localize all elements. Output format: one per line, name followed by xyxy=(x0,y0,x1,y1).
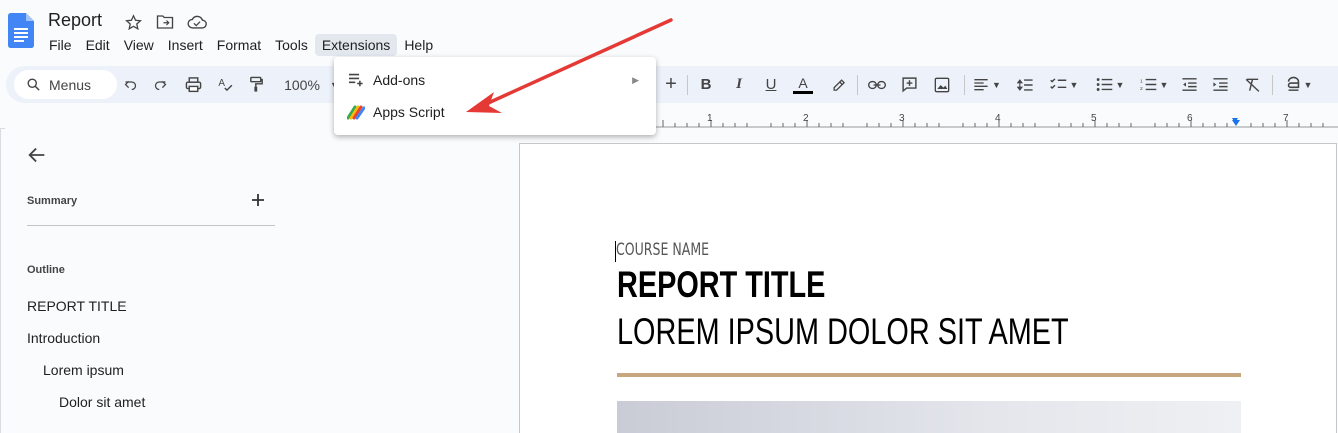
document-title[interactable]: Report xyxy=(48,10,102,31)
menu-view[interactable]: View xyxy=(117,34,161,56)
increase-font-size-icon[interactable]: + xyxy=(663,72,679,97)
svg-text:A: A xyxy=(218,78,225,89)
clear-formatting-icon[interactable] xyxy=(1243,72,1261,97)
paint-format-icon[interactable] xyxy=(247,72,265,97)
add-comment-icon[interactable] xyxy=(900,72,918,97)
ruler-ticks: 1 2 3 4 5 6 7 xyxy=(662,113,1324,127)
menu-item-apps-script[interactable]: Apps Script xyxy=(334,96,656,128)
apps-script-label: Apps Script xyxy=(373,104,445,120)
report-subtitle[interactable]: LOREM IPSUM DOLOR SIT AMET xyxy=(617,311,1069,353)
title-actions xyxy=(122,11,208,33)
ruler-number: 3 xyxy=(899,113,905,124)
align-icon[interactable]: ▼ xyxy=(972,72,1002,97)
toolbar-divider xyxy=(857,75,858,95)
outline-item-report-title[interactable]: REPORT TITLE xyxy=(27,298,127,314)
outline-item-dolor-sit-amet[interactable]: Dolor sit amet xyxy=(59,394,145,410)
apps-script-icon xyxy=(347,103,365,121)
ruler-number: 1 xyxy=(707,113,713,124)
undo-icon[interactable] xyxy=(122,72,138,97)
toolbar: Menus A 100% ▼ + B I U A xyxy=(6,66,1338,103)
bold-icon[interactable]: B xyxy=(698,72,714,97)
line-spacing-icon[interactable] xyxy=(1016,72,1034,97)
indent-marker-icon[interactable] xyxy=(1232,120,1240,126)
svg-text:2: 2 xyxy=(1140,86,1143,92)
decrease-indent-icon[interactable] xyxy=(1180,72,1198,97)
text-color-icon[interactable]: A xyxy=(792,72,814,97)
extensions-menu: Add-ons ▶ Apps Script xyxy=(334,57,656,135)
menu-bar: File Edit View Insert Format Tools Exten… xyxy=(42,33,440,57)
outline-item-lorem-ipsum[interactable]: Lorem ipsum xyxy=(43,362,124,378)
redo-icon[interactable] xyxy=(152,72,168,97)
menu-tools[interactable]: Tools xyxy=(268,34,315,56)
numbered-list-icon[interactable]: 1 2 ▼ xyxy=(1137,72,1171,97)
highlight-icon[interactable] xyxy=(830,72,846,97)
underline-icon[interactable]: U xyxy=(763,72,779,97)
star-icon[interactable] xyxy=(122,11,144,33)
ruler-number: 2 xyxy=(803,113,809,124)
menu-file[interactable]: File xyxy=(42,34,79,56)
ruler-number: 5 xyxy=(1091,113,1097,124)
ruler-number: 7 xyxy=(1283,113,1289,124)
menu-help[interactable]: Help xyxy=(397,34,440,56)
document-page[interactable]: COURSE NAME REPORT TITLE LOREM IPSUM DOL… xyxy=(519,143,1337,433)
menu-insert[interactable]: Insert xyxy=(161,34,210,56)
google-docs-window: Report File Edit View Insert Format Tool… xyxy=(0,0,1338,433)
ruler-number: 4 xyxy=(995,113,1001,124)
link-icon[interactable] xyxy=(868,72,886,97)
back-arrow-icon[interactable] xyxy=(26,144,48,166)
menu-edit[interactable]: Edit xyxy=(79,34,117,56)
ruler-number: 6 xyxy=(1187,113,1193,124)
spellcheck-icon[interactable]: A xyxy=(216,72,234,97)
report-title-heading[interactable]: REPORT TITLE xyxy=(617,264,825,306)
toolbar-divider xyxy=(687,75,688,95)
outline-heading: Outline xyxy=(27,264,65,276)
cover-image[interactable] xyxy=(617,401,1241,433)
increase-indent-icon[interactable] xyxy=(1211,72,1229,97)
outline-item-introduction[interactable]: Introduction xyxy=(27,330,100,346)
left-panel-edge xyxy=(0,128,5,433)
svg-text:1: 1 xyxy=(1140,78,1143,84)
menu-item-add-ons[interactable]: Add-ons ▶ xyxy=(334,64,656,96)
course-name-text[interactable]: COURSE NAME xyxy=(616,240,709,260)
summary-divider xyxy=(27,225,275,226)
bulleted-list-icon[interactable]: ▼ xyxy=(1093,72,1127,97)
insert-image-icon[interactable] xyxy=(933,72,951,97)
accent-divider xyxy=(617,373,1241,377)
add-ons-icon xyxy=(347,71,365,89)
cloud-status-icon[interactable] xyxy=(186,11,208,33)
toolbar-divider xyxy=(1272,75,1273,95)
zoom-select[interactable]: 100% xyxy=(282,72,322,97)
search-menus-input[interactable]: Menus xyxy=(14,70,117,99)
menu-format[interactable]: Format xyxy=(210,34,268,56)
search-menus-label: Menus xyxy=(49,76,92,93)
checklist-icon[interactable]: ▼ xyxy=(1048,72,1080,97)
italic-icon[interactable]: I xyxy=(731,72,747,97)
submenu-arrow-icon: ▶ xyxy=(632,75,639,85)
add-summary-icon[interactable] xyxy=(249,191,267,209)
summary-heading: Summary xyxy=(27,195,78,207)
toolbar-divider xyxy=(964,75,965,95)
add-ons-label: Add-ons xyxy=(373,72,426,88)
horizontal-ruler[interactable]: 1 2 3 4 5 6 7 xyxy=(656,108,1338,128)
move-folder-icon[interactable] xyxy=(154,11,176,33)
search-icon xyxy=(27,78,40,91)
print-icon[interactable] xyxy=(184,72,202,97)
editing-mode-icon[interactable]: ▼ xyxy=(1284,72,1314,97)
menu-extensions[interactable]: Extensions xyxy=(314,34,398,56)
docs-logo-icon[interactable] xyxy=(8,13,34,48)
